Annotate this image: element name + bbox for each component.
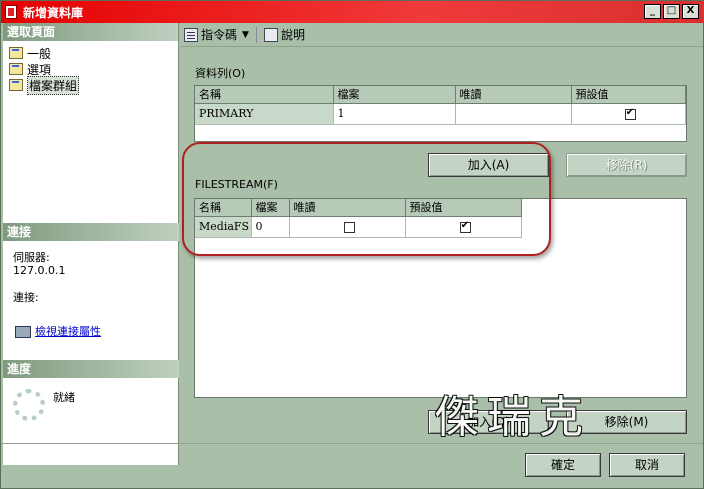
dialog-window: 新增資料庫 _ □ X 選取頁面 一般 選項 檔案群組 連接 伺服器: 127.…	[0, 0, 704, 489]
nav-item-label: 一般	[27, 46, 52, 61]
col-files-header[interactable]: 檔案	[333, 86, 456, 104]
status-text: 就緒	[53, 391, 75, 404]
rows-section-label: 資料列(O)	[195, 67, 246, 80]
select-page-header: 選取頁面	[3, 23, 178, 41]
cancel-button[interactable]: 取消	[609, 453, 685, 477]
page-icon	[9, 63, 23, 75]
nav-item-general[interactable]: 一般	[3, 45, 178, 61]
col-name-header[interactable]: 名稱	[195, 86, 334, 104]
col-readonly-header[interactable]: 唯讀	[455, 86, 572, 104]
help-button[interactable]: 說明	[263, 26, 305, 43]
row-name-cell[interactable]: PRIMARY	[195, 103, 334, 125]
script-icon	[184, 27, 198, 42]
watermark-text: 傑瑞克	[435, 392, 591, 443]
connection-header: 連接	[3, 223, 179, 241]
toolbar: 指令碼 ▼ 說明	[180, 23, 703, 47]
title-bar[interactable]: 新增資料庫 _ □ X	[1, 1, 703, 23]
highlight-annotation	[182, 142, 551, 256]
page-icon	[9, 47, 23, 59]
server-label: 伺服器:	[13, 251, 50, 264]
chevron-down-icon: ▼	[242, 29, 249, 40]
help-label: 說明	[280, 28, 305, 42]
minimize-button[interactable]: _	[644, 4, 661, 19]
col-default-header[interactable]: 預設值	[571, 86, 686, 104]
table-row[interactable]: PRIMARY 1	[195, 103, 686, 125]
left-panel: 選取頁面 一般 選項 檔案群組 連接 伺服器: 127.0.0.1 連接: 檢視…	[3, 23, 179, 465]
script-label: 指令碼	[201, 28, 238, 42]
script-button[interactable]: 指令碼 ▼	[184, 26, 249, 43]
database-icon	[5, 5, 17, 19]
progress-spinner-icon	[13, 389, 45, 421]
row-readonly-cell[interactable]	[455, 103, 572, 125]
view-connection-properties-link[interactable]: 檢視連接屬性	[35, 325, 101, 338]
window-title: 新增資料庫	[23, 5, 84, 20]
help-icon	[263, 27, 278, 42]
remove-row-button[interactable]: 移除(R)	[566, 153, 687, 177]
page-icon	[9, 79, 23, 91]
nav-item-filegroups[interactable]: 檔案群組	[3, 75, 178, 95]
default-checkbox[interactable]	[624, 107, 636, 120]
server-value: 127.0.0.1	[13, 264, 66, 277]
row-default-cell[interactable]	[571, 103, 686, 125]
ok-button[interactable]: 確定	[525, 453, 601, 477]
row-files-cell: 1	[333, 103, 456, 125]
toolbar-separator	[255, 26, 257, 43]
connection-properties-icon	[15, 326, 31, 338]
filegroup-rows-grid[interactable]: 名稱 檔案 唯讀 預設值 PRIMARY 1	[194, 85, 687, 142]
close-button[interactable]: X	[682, 4, 699, 19]
connection-label: 連接:	[13, 291, 39, 304]
maximize-button[interactable]: □	[663, 4, 680, 19]
nav-item-label: 檔案群組	[27, 75, 80, 95]
progress-header: 進度	[3, 360, 179, 378]
